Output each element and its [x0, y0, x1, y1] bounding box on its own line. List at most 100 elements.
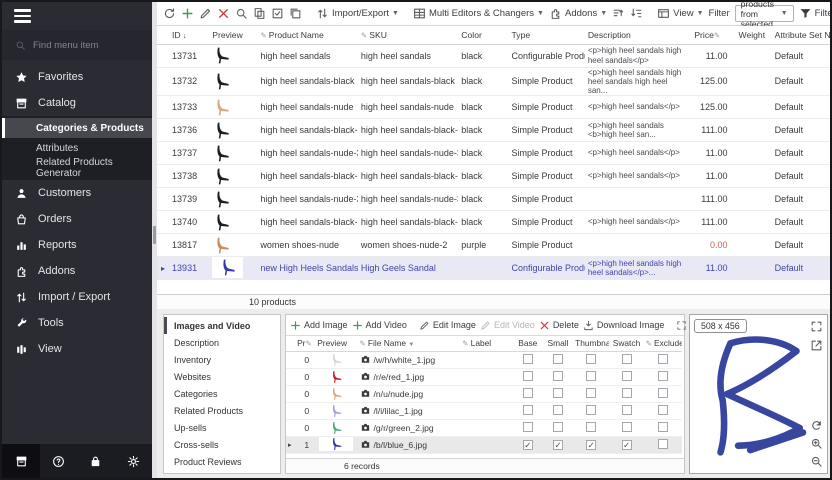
add-image-button[interactable]: Add Image	[290, 320, 348, 331]
image-row-white_1.jpg[interactable]: 0/w/h/white_1.jpg	[286, 351, 682, 368]
col-priority[interactable]: Pr✎	[295, 336, 315, 351]
checkbox-small[interactable]	[553, 354, 563, 364]
checkbox-exclude[interactable]	[658, 371, 668, 381]
lock-icon[interactable]	[89, 455, 102, 468]
add-product-icon[interactable]	[181, 7, 194, 20]
checkbox-exclude[interactable]	[658, 405, 668, 415]
sidebar-item-import-export[interactable]: Import / Export	[2, 284, 152, 310]
sort-icon[interactable]	[612, 7, 625, 20]
col-description[interactable]: Description	[585, 26, 691, 44]
checkbox-thumbnail[interactable]	[586, 354, 596, 364]
col-file-name[interactable]: ✎ File Name ▼	[358, 336, 461, 351]
addons-button[interactable]: Addons▼	[549, 7, 607, 20]
copy-icon[interactable]	[253, 7, 266, 20]
tab-product-reviews[interactable]: Product Reviews	[164, 453, 280, 470]
search-products-icon[interactable]	[235, 7, 248, 20]
product-row-13740[interactable]: 13740high heel sandals-black-38high heel…	[157, 211, 830, 234]
sidebar-subitem-categories-products[interactable]: Categories & Products	[2, 118, 152, 138]
settings-gear-icon[interactable]	[127, 455, 140, 468]
refresh-icon[interactable]	[163, 7, 176, 20]
sidebar-item-orders[interactable]: Orders	[2, 206, 152, 232]
delete-image-button[interactable]: Delete	[539, 320, 579, 331]
image-row-green_2.jpg[interactable]: 0/g/r/green_2.jpg	[286, 419, 682, 436]
product-row-13737[interactable]: 13737high heel sandals-nude-36high heel …	[157, 142, 830, 165]
checkbox-exclude[interactable]	[658, 439, 668, 449]
checkbox-base[interactable]	[523, 422, 533, 432]
col-type[interactable]: Type	[509, 26, 585, 44]
sidebar-item-addons[interactable]: Addons	[2, 258, 152, 284]
tab-websites[interactable]: Websites	[164, 368, 280, 385]
checkbox-exclude[interactable]	[658, 422, 668, 432]
add-video-button[interactable]: Add Video	[352, 320, 407, 331]
duplicate-icon[interactable]	[289, 7, 302, 20]
product-row-13739[interactable]: 13739high heel sandals-nude-37high heel …	[157, 188, 830, 211]
checkbox-swatch[interactable]	[622, 371, 632, 381]
product-row-13931[interactable]: ▸13931new High Heels SandalsHigh Geels S…	[157, 257, 830, 280]
checkbox-small[interactable]: ✓	[553, 440, 563, 450]
col-img-preview[interactable]: Preview	[315, 336, 357, 351]
checkbox-base[interactable]	[523, 354, 533, 364]
col-small[interactable]: Small	[543, 336, 573, 351]
checkbox-base[interactable]	[523, 405, 533, 415]
download-image-button[interactable]: Download Image	[583, 320, 665, 331]
image-row-nude.jpg[interactable]: 0/n/u/nude.jpg	[286, 385, 682, 402]
edit-image-button[interactable]: Edit Image	[419, 320, 476, 331]
zoom-in-icon[interactable]	[810, 437, 823, 450]
checkbox-swatch[interactable]	[622, 354, 632, 364]
image-row-blue_6.jpg[interactable]: ▸1/b/l/blue_6.jpg✓✓✓✓	[286, 436, 682, 453]
col-color[interactable]: Color	[458, 26, 508, 44]
product-row-13738[interactable]: 13738high heel sandals-black-37high heel…	[157, 165, 830, 188]
checkbox-thumbnail[interactable]	[586, 388, 596, 398]
hamburger-menu-icon[interactable]	[2, 2, 152, 30]
col-label[interactable]: ✎ Label	[460, 336, 512, 351]
checkbox-exclude[interactable]	[658, 354, 668, 364]
col-thumbnail[interactable]: Thumbna	[573, 336, 609, 351]
category-filter-select[interactable]: Show products from selected categories▼	[735, 5, 794, 22]
edit-video-button[interactable]: Edit Video	[480, 320, 535, 331]
help-icon[interactable]	[52, 455, 65, 468]
fullscreen-icon[interactable]	[810, 320, 823, 333]
sidebar-item-tools[interactable]: Tools	[2, 310, 152, 336]
view-button[interactable]: View▼	[657, 7, 703, 20]
checkbox-base[interactable]: ✓	[523, 440, 533, 450]
image-row-red_1.jpg[interactable]: 0/r/e/red_1.jpg	[286, 368, 682, 385]
select-icon[interactable]	[271, 7, 284, 20]
sidebar-item-customers[interactable]: Customers	[2, 180, 152, 206]
image-row-lilac_1.jpg[interactable]: 0/l/i/lilac_1.jpg	[286, 402, 682, 419]
col-id[interactable]: ID ↓	[169, 26, 209, 44]
sidebar-subitem-related-products-generator[interactable]: Related Products Generator	[2, 158, 152, 178]
product-row-13731[interactable]: 13731high heel sandalshigh heel sandalsb…	[157, 44, 830, 67]
product-row-13817[interactable]: 13817women shoes-nudewomen shoes-nude-2p…	[157, 234, 830, 257]
tab-cross-sells[interactable]: Cross-sells	[164, 436, 280, 453]
tab-inventory[interactable]: Inventory	[164, 351, 280, 368]
col-exclude[interactable]: ✎ Exclude	[644, 336, 682, 351]
col-base[interactable]: Base	[513, 336, 543, 351]
sidebar-item-favorites[interactable]: Favorites	[2, 64, 152, 90]
checkbox-thumbnail[interactable]	[586, 405, 596, 415]
checkbox-swatch[interactable]	[622, 422, 632, 432]
checkbox-swatch[interactable]	[622, 388, 632, 398]
edit-product-icon[interactable]	[199, 7, 212, 20]
multi-editors-button[interactable]: Multi Editors & Changers▼	[413, 7, 544, 20]
checkbox-swatch[interactable]: ✓	[622, 440, 632, 450]
tab-categories[interactable]: Categories	[164, 385, 280, 402]
import-export-button[interactable]: Import/Export▼	[316, 7, 399, 20]
checkbox-thumbnail[interactable]	[586, 371, 596, 381]
col-weight[interactable]: Weight	[736, 26, 772, 44]
product-row-13733[interactable]: 13733high heel sandals-nudehigh heel san…	[157, 96, 830, 119]
tab-description[interactable]: Description	[164, 334, 280, 351]
delete-product-icon[interactable]	[217, 7, 230, 20]
checkbox-small[interactable]	[553, 388, 563, 398]
store-archive-icon[interactable]	[2, 444, 40, 478]
rotate-icon[interactable]	[810, 419, 823, 432]
sidebar-splitter[interactable]	[152, 2, 157, 478]
col-sku[interactable]: ✎ SKU	[358, 26, 458, 44]
hierarchy-icon[interactable]	[630, 7, 643, 20]
checkbox-thumbnail[interactable]	[586, 422, 596, 432]
checkbox-base[interactable]	[523, 371, 533, 381]
zoom-out-icon[interactable]	[810, 455, 823, 468]
col-preview[interactable]: Preview	[209, 26, 257, 44]
col-product-name[interactable]: ✎ Product Name	[257, 26, 357, 44]
sidebar-item-view[interactable]: View	[2, 336, 152, 362]
checkbox-small[interactable]	[553, 422, 563, 432]
